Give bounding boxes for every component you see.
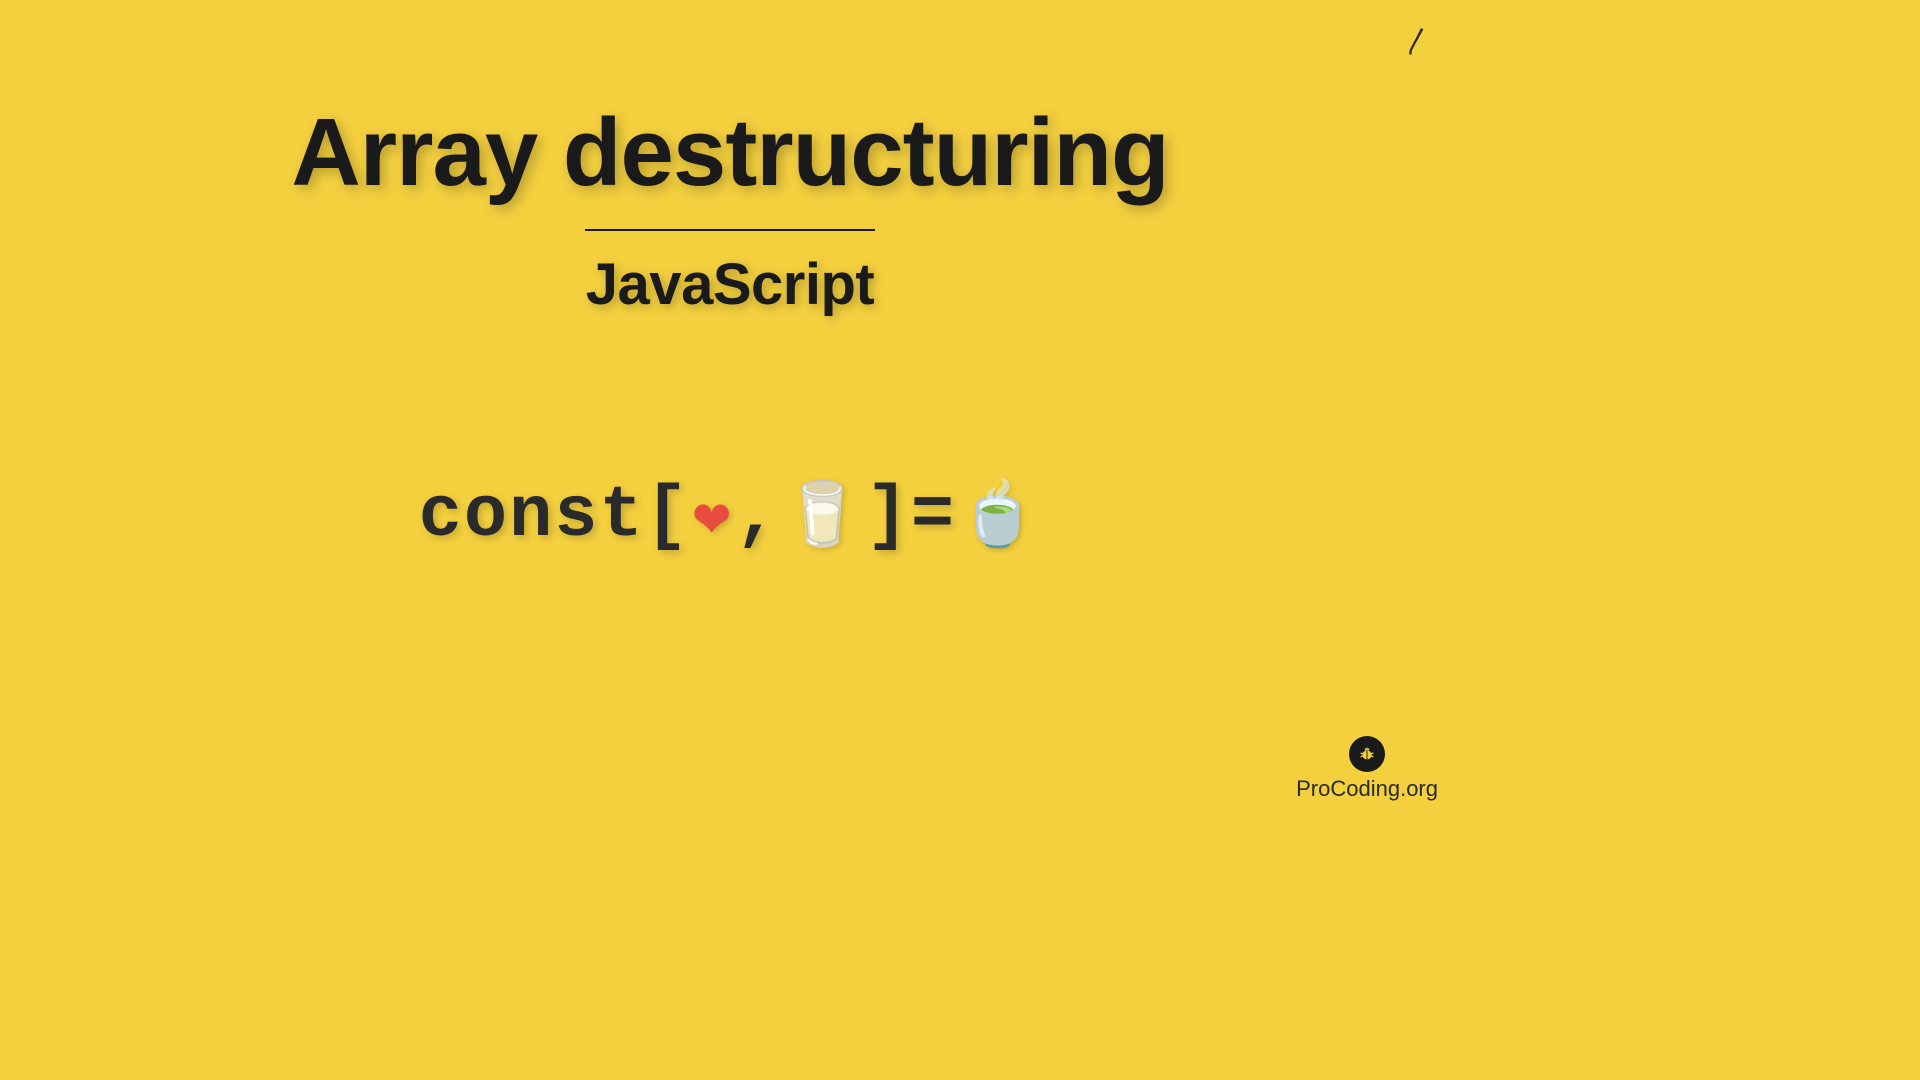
code-section: const [ ❤ , 🥛 ] = 🍵: [0, 475, 1460, 557]
brand-text: ProCoding.org: [1296, 776, 1438, 802]
bug-logo-icon: [1349, 736, 1385, 772]
footer-brand: ProCoding.org: [1296, 736, 1438, 802]
glass-icon: 🥛: [783, 478, 862, 554]
code-bracket-close: ]: [866, 475, 911, 557]
subtitle: JavaScript: [0, 251, 1460, 318]
corner-mark: 〳: [1404, 20, 1432, 60]
matcha-icon: 🍵: [959, 478, 1038, 554]
code-keyword: const: [419, 475, 645, 557]
code-line: const [ ❤ , 🥛 ] = 🍵: [0, 475, 1460, 557]
code-equals: =: [911, 475, 956, 557]
code-bracket-open: [: [645, 475, 690, 557]
heart-icon: ❤: [693, 478, 732, 555]
code-comma: ,: [735, 475, 780, 557]
slide-container: 〳 Array destructuring JavaScript const […: [0, 0, 1460, 822]
title-divider: [585, 229, 875, 231]
main-title: Array destructuring: [0, 105, 1460, 201]
title-section: Array destructuring JavaScript: [0, 105, 1460, 318]
